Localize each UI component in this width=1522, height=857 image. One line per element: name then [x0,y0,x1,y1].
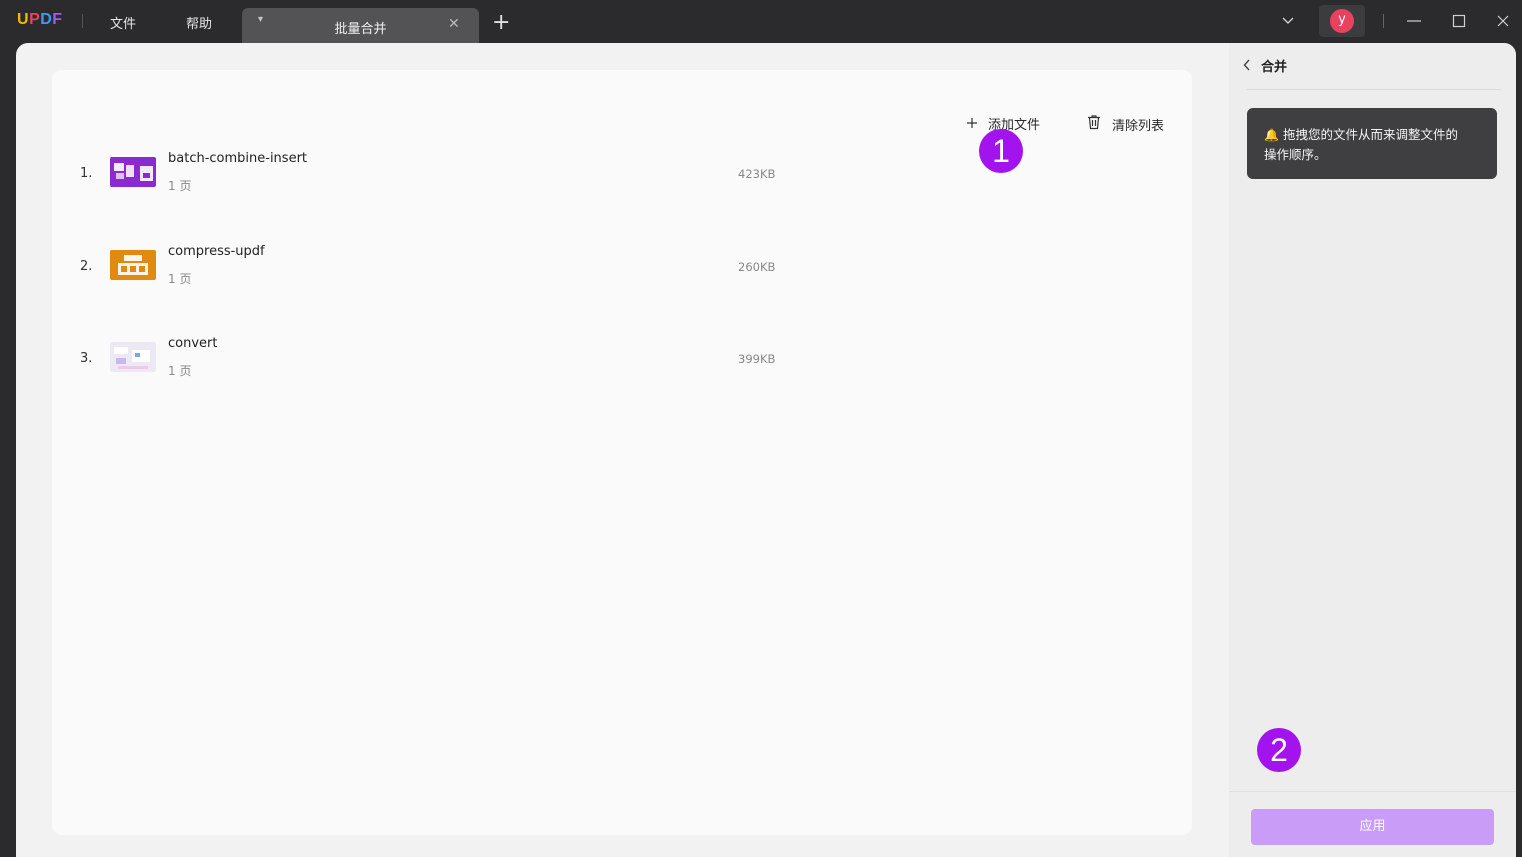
tab-close-icon[interactable]: ✕ [448,16,460,32]
file-size: 260KB [738,260,776,274]
file-thumbnail [110,250,156,280]
file-thumbnail [110,342,156,372]
trash-icon [1086,114,1102,134]
title-bar: UPDF 文件 帮助 ▾ 批量合并 ✕ + y [0,0,1522,43]
tip-text-2: 操作顺序。 [1264,147,1327,162]
logo-letter-u: U [17,11,30,28]
file-row[interactable]: 3. convert 1 页 399KB [52,331,1192,401]
minimize-icon[interactable] [1406,13,1422,33]
main-window: 添加文件 清除列表 1 1. batch-combine-insert 1 页 [16,43,1516,857]
file-index: 2. [80,259,93,274]
tip-text-1: 拖拽您的文件从而来调整文件的 [1282,127,1458,142]
panel-title: 合并 [1261,60,1288,75]
step-badge-2: 2 [1257,728,1301,772]
logo-letter-f: F [52,11,63,28]
menu-file[interactable]: 文件 [110,13,136,32]
file-size: 399KB [738,352,776,366]
user-account-button[interactable]: y [1319,5,1365,37]
tab-batch-combine[interactable]: ▾ 批量合并 ✕ [242,8,479,43]
bell-icon: 🔔 [1264,128,1279,142]
logo-letter-d: D [40,11,53,28]
clear-list-label: 清除列表 [1112,119,1165,134]
logo-letter-p: P [29,11,41,28]
file-page-count: 1 页 [168,364,192,378]
updf-logo: UPDF [17,11,63,29]
tab-title: 批量合并 [334,22,387,37]
tip-line-1: 🔔 拖拽您的文件从而来调整文件的 [1264,125,1483,145]
panel-footer-divider [1229,791,1516,792]
apply-button[interactable]: 应用 [1251,809,1494,845]
clear-list-button[interactable]: 清除列表 [1086,114,1164,134]
file-index: 1. [80,166,93,181]
file-row[interactable]: 2. compress-updf 1 页 260KB [52,238,1192,308]
title-separator-right [1383,14,1384,28]
file-size: 423KB [738,167,776,181]
file-index: 3. [80,351,93,366]
title-separator [82,14,83,28]
close-window-icon[interactable] [1496,13,1510,32]
panel-header: 合并 [1243,56,1287,75]
new-tab-plus-icon[interactable]: + [492,12,510,34]
file-row[interactable]: 1. batch-combine-insert 1 页 423KB [52,145,1192,215]
drag-tip-box: 🔔 拖拽您的文件从而来调整文件的 操作顺序。 [1247,108,1497,179]
file-name: compress-updf [168,244,265,259]
plus-icon [966,117,978,133]
panel-divider [1247,89,1501,90]
file-thumbnail [110,157,156,187]
file-page-count: 1 页 [168,272,192,286]
file-name: convert [168,336,218,351]
avatar: y [1330,9,1354,33]
chevron-down-icon[interactable] [1281,12,1295,31]
back-chevron-icon[interactable] [1243,59,1251,75]
file-list-card: 添加文件 清除列表 1 1. batch-combine-insert 1 页 [52,70,1192,835]
file-page-count: 1 页 [168,179,192,193]
menu-help[interactable]: 帮助 [186,13,212,32]
file-name: batch-combine-insert [168,151,308,166]
combine-panel: 合并 🔔 拖拽您的文件从而来调整文件的 操作顺序。 2 应用 [1229,43,1516,857]
maximize-icon[interactable] [1452,13,1466,32]
